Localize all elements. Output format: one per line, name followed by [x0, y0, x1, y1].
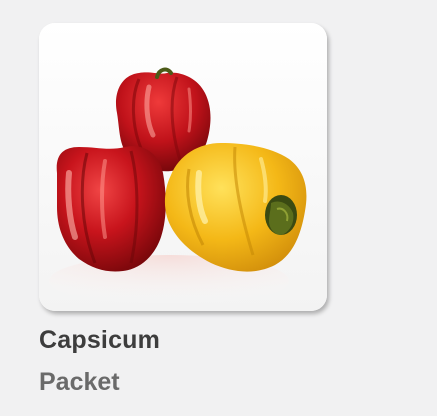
bell-peppers-image [39, 23, 327, 311]
product-image[interactable] [39, 23, 327, 311]
product-name: Capsicum [39, 326, 161, 354]
red-pepper-front [56, 146, 166, 272]
product-card[interactable]: Capsicum Packet [39, 23, 329, 403]
product-unit: Packet [39, 368, 120, 396]
